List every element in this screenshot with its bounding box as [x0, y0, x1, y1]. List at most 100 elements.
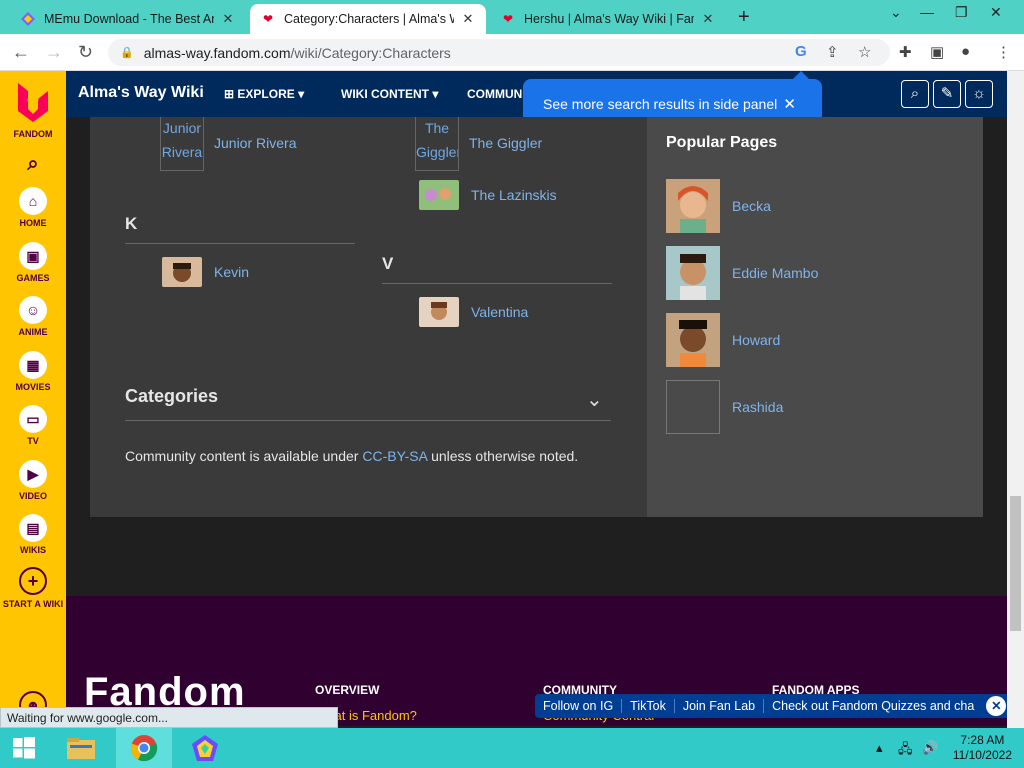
character-link[interactable]: The Giggler	[469, 135, 542, 151]
tab-label: Category:Characters | Alma's Wa	[284, 12, 454, 26]
character-link[interactable]: Valentina	[471, 304, 528, 320]
nav-wiki-content[interactable]: WIKI CONTENT ▾	[341, 87, 438, 101]
memu-app-icon[interactable]	[176, 728, 234, 768]
windows-start-icon[interactable]	[0, 728, 48, 768]
character-link[interactable]: Kevin	[214, 264, 249, 280]
tab-close-icon[interactable]: ✕	[460, 11, 476, 27]
list-item[interactable]: Kevin	[162, 257, 249, 287]
reload-icon[interactable]: ↻	[78, 42, 93, 63]
tray-chevron-up-icon[interactable]: ▴	[876, 740, 883, 756]
promo-item[interactable]: Follow on IG	[535, 699, 623, 713]
wiki-name[interactable]: Alma's Way Wiki	[78, 84, 204, 102]
list-item[interactable]: The Giggler The Giggler	[415, 117, 542, 171]
character-link[interactable]: Junior Rivera	[214, 135, 296, 151]
tab-category-characters[interactable]: ❤ Category:Characters | Alma's Wa ✕	[250, 4, 486, 34]
promo-item[interactable]: Join Fan Lab	[675, 699, 765, 713]
rail-item-anime[interactable]: ☺ ANIME	[0, 296, 66, 337]
home-icon: ⌂	[19, 187, 47, 215]
license-text: Community content is available under CC-…	[125, 448, 578, 464]
categories-heading[interactable]: Categories	[125, 386, 218, 407]
avatar	[419, 297, 459, 327]
file-explorer-icon[interactable]	[58, 728, 104, 768]
list-item[interactable]: Eddie Mambo	[666, 246, 818, 300]
forward-icon[interactable]: →	[45, 42, 63, 63]
restore-icon[interactable]: ❐	[955, 4, 968, 21]
bookmark-star-icon[interactable]: ☆	[858, 43, 871, 61]
profile-icon[interactable]: ●	[961, 43, 970, 60]
popular-page-link[interactable]: Becka	[732, 198, 771, 214]
google-icon[interactable]: G	[795, 43, 807, 60]
nav-explore[interactable]: ⊞ EXPLORE ▾	[224, 87, 304, 101]
tooltip-text: See more search results in side panel	[543, 96, 778, 112]
chevron-down-icon[interactable]: ⌄	[586, 387, 603, 412]
rail-item-wikis[interactable]: ▤ WIKIS	[0, 514, 66, 555]
fandom-logo-icon[interactable]	[14, 81, 52, 123]
theme-toggle-icon[interactable]: ☼	[965, 80, 993, 108]
plus-circle-icon: +	[19, 567, 47, 595]
license-before: Community content is available under	[125, 448, 363, 464]
rail-item-tv[interactable]: ▭ TV	[0, 405, 66, 446]
browser-tab-strip: MEmu Download - The Best And ✕ ❤ Categor…	[0, 0, 1024, 34]
popular-page-link[interactable]: Eddie Mambo	[732, 265, 818, 281]
chrome-icon[interactable]	[116, 728, 172, 768]
rail-item-video[interactable]: ▶ VIDEO	[0, 460, 66, 501]
rail-item-games[interactable]: ▣ GAMES	[0, 242, 66, 283]
video-play-icon: ▶	[19, 460, 47, 488]
clock-date: 11/10/2022	[952, 748, 1012, 762]
extensions-icon[interactable]: ✚	[899, 43, 912, 61]
list-item[interactable]: The Lazinskis	[419, 180, 557, 210]
character-link[interactable]: The Lazinskis	[471, 187, 557, 203]
share-icon[interactable]: ⇪	[826, 43, 839, 61]
rail-item-home[interactable]: ⌂ HOME	[0, 187, 66, 228]
tab-close-icon[interactable]: ✕	[220, 11, 236, 27]
side-panel-icon[interactable]: ▣	[930, 43, 944, 61]
license-link[interactable]: CC-BY-SA	[362, 448, 427, 464]
list-item[interactable]: Rashida	[666, 380, 783, 434]
rail-label: START A WIKI	[2, 599, 64, 609]
minimize-icon[interactable]: —	[920, 4, 934, 20]
scrollbar-thumb[interactable]	[1010, 496, 1021, 631]
list-item[interactable]: Junior Rivera Junior Rivera	[160, 117, 296, 171]
nav-community[interactable]: COMMUNI	[467, 87, 526, 101]
popular-page-link[interactable]: Rashida	[732, 399, 783, 415]
popular-page-link[interactable]: Howard	[732, 332, 780, 348]
search-icon[interactable]: ⌕	[0, 153, 66, 176]
gamepad-icon: ▣	[19, 242, 47, 270]
address-bar[interactable]: 🔒 almas-way.fandom.com/wiki/Category:Cha…	[108, 39, 890, 66]
taskbar-clock[interactable]: 7:28 AM 11/10/2022	[953, 733, 1012, 763]
tab-hershu[interactable]: ❤ Hershu | Alma's Way Wiki | Fando ✕	[490, 4, 726, 34]
promo-bar: Follow on IG TikTok Join Fan Lab Check o…	[535, 694, 1011, 718]
windows-taskbar: ▴ 🖧 🔊 7:28 AM 11/10/2022	[0, 728, 1024, 768]
tooltip-close-icon[interactable]: ✕	[783, 95, 796, 113]
page-scrollbar[interactable]	[1007, 71, 1024, 728]
divider	[125, 243, 355, 244]
list-item[interactable]: Becka	[666, 179, 771, 233]
tab-memu[interactable]: MEmu Download - The Best And ✕	[10, 4, 246, 34]
network-icon[interactable]: 🖧	[898, 740, 913, 762]
nav-label: EXPLORE	[237, 87, 295, 101]
window-close-icon[interactable]: ✕	[990, 4, 1002, 21]
promo-close-icon[interactable]: ✕	[986, 696, 1007, 716]
menu-kebab-icon[interactable]: ⋮	[996, 43, 1011, 61]
rail-item-start-a-wiki[interactable]: + START A WIKI	[0, 567, 66, 610]
fandom-logo-label: FANDOM	[13, 129, 53, 139]
back-icon[interactable]: ←	[12, 42, 30, 63]
avatar	[162, 257, 202, 287]
promo-item[interactable]: TikTok	[622, 699, 675, 713]
list-item[interactable]: Howard	[666, 313, 780, 367]
volume-icon[interactable]: 🔊	[922, 740, 938, 756]
browser-toolbar: ← → ↻ 🔒 almas-way.fandom.com/wiki/Catego…	[0, 34, 1024, 71]
discussions-icon[interactable]: ✎	[933, 80, 961, 108]
wiki-search-icon[interactable]: ⌕	[901, 80, 929, 108]
category-members: Junior Rivera Junior Rivera K Kevin The …	[90, 117, 647, 517]
new-tab-icon[interactable]: +	[738, 6, 750, 29]
rail-item-movies[interactable]: ▦ MOVIES	[0, 351, 66, 392]
popular-pages-title: Popular Pages	[666, 134, 778, 151]
promo-item[interactable]: Check out Fandom Quizzes and cha	[764, 699, 982, 713]
memu-favicon-icon	[20, 11, 36, 27]
tab-close-icon[interactable]: ✕	[700, 11, 716, 27]
rail-label: TV	[27, 436, 39, 446]
chevron-down-icon[interactable]: ⌄	[890, 4, 902, 21]
list-item[interactable]: Valentina	[419, 297, 528, 327]
section-letter: V	[382, 254, 394, 273]
